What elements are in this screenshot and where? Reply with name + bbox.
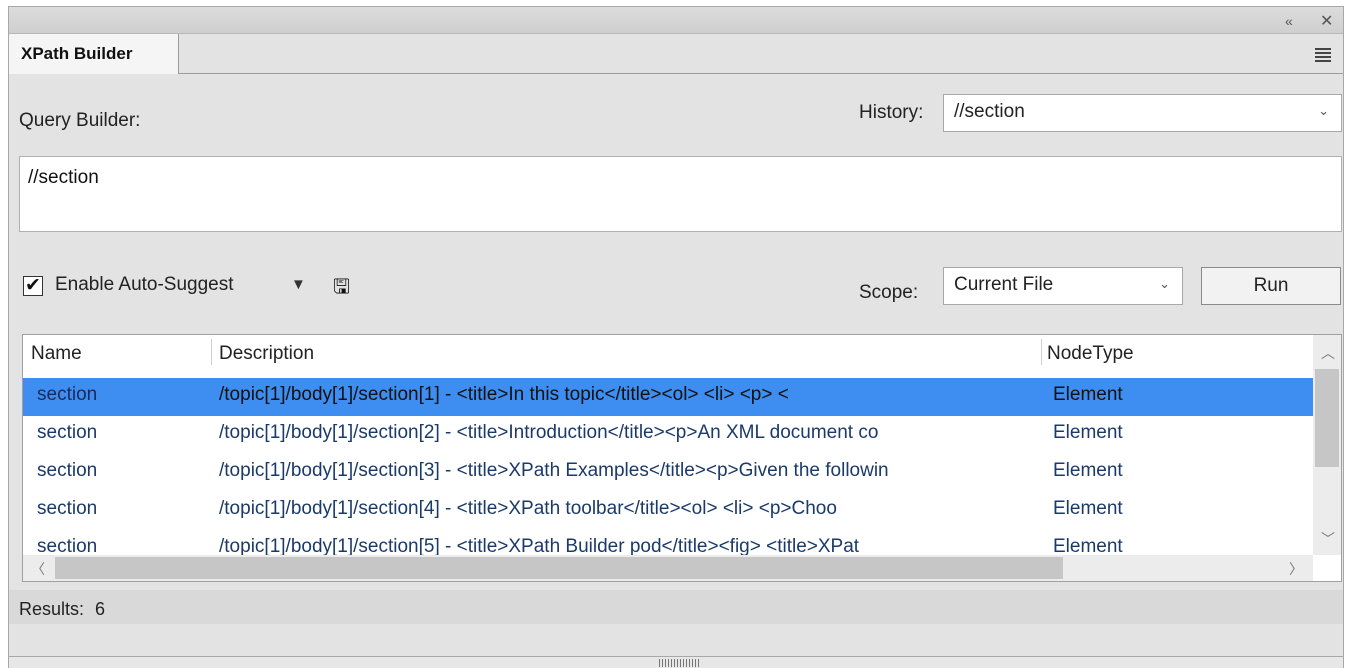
cell-nodetype: Element [1053, 460, 1123, 481]
cell-nodetype: Element [1053, 498, 1123, 519]
scroll-left-icon[interactable]: 〈 [31, 559, 45, 579]
cell-name: section [37, 536, 98, 555]
cell-name: section [37, 384, 98, 405]
panel-menu-icon[interactable] [1315, 48, 1331, 64]
scope-value: Current File [954, 274, 1054, 295]
table-row[interactable]: section /topic[1]/body[1]/section[5] - <… [23, 530, 1313, 555]
column-divider[interactable] [1041, 339, 1042, 365]
cell-description: /topic[1]/body[1]/section[1] - <title>In… [219, 384, 789, 405]
query-builder-label: Query Builder: [19, 110, 141, 131]
table-row[interactable]: section /topic[1]/body[1]/section[2] - <… [23, 416, 1313, 454]
cell-description: /topic[1]/body[1]/section[2] - <title>In… [219, 422, 879, 443]
run-button[interactable]: Run [1201, 267, 1341, 305]
history-label: History: [859, 102, 924, 123]
auto-suggest-checkbox[interactable]: ✔ [23, 275, 43, 296]
column-header-name[interactable]: Name [31, 343, 82, 365]
scope-dropdown[interactable]: Current File ⌄ [943, 267, 1183, 305]
cell-name: section [37, 460, 98, 481]
horizontal-scroll-thumb[interactable] [55, 557, 1063, 579]
results-count: 6 [95, 599, 106, 619]
table-row[interactable]: section /topic[1]/body[1]/section[3] - <… [23, 454, 1313, 492]
results-label: Results: [19, 599, 85, 619]
cell-name: section [37, 498, 98, 519]
checkmark-icon: ✔ [25, 275, 41, 296]
resize-bar[interactable] [9, 656, 1343, 668]
cell-description: /topic[1]/body[1]/section[4] - <title>XP… [219, 498, 837, 519]
history-value: //section [954, 101, 1025, 122]
scroll-down-icon[interactable]: ﹀ [1321, 529, 1335, 549]
dropdown-arrow-icon[interactable]: ▼ [291, 276, 306, 293]
panel-titlebar: « ✕ [9, 6, 1343, 34]
save-icon[interactable]: 🖫 [333, 272, 350, 306]
collapse-icon[interactable]: « [1285, 13, 1293, 29]
auto-suggest-label: Enable Auto-Suggest [55, 274, 234, 295]
column-divider[interactable] [211, 339, 212, 365]
cell-description: /topic[1]/body[1]/section[5] - <title>XP… [219, 536, 860, 555]
cell-description: /topic[1]/body[1]/section[3] - <title>XP… [219, 460, 889, 481]
column-header-nodetype[interactable]: NodeType [1047, 343, 1134, 365]
cell-nodetype: Element [1053, 536, 1123, 555]
status-bar: Results: 6 [9, 590, 1343, 624]
table-header: Name Description NodeType [23, 335, 1313, 369]
tab-xpath-builder[interactable]: XPath Builder [9, 34, 179, 74]
xpath-builder-panel: « ✕ XPath Builder Query Builder: History… [8, 6, 1344, 668]
tab-row: XPath Builder [9, 34, 1343, 74]
vertical-scroll-thumb[interactable] [1315, 369, 1339, 467]
scope-label: Scope: [859, 282, 919, 303]
resize-grip-icon[interactable] [659, 659, 699, 667]
results-table: Name Description NodeType section /topic… [22, 334, 1342, 582]
query-input[interactable]: //section [19, 156, 1342, 232]
chevron-down-icon: ⌄ [1159, 276, 1170, 291]
column-header-description[interactable]: Description [219, 343, 314, 365]
cell-nodetype: Element [1053, 384, 1123, 405]
cell-name: section [37, 422, 98, 443]
cell-nodetype: Element [1053, 422, 1123, 443]
table-row[interactable]: section /topic[1]/body[1]/section[4] - <… [23, 492, 1313, 530]
history-dropdown[interactable]: //section ⌄ [943, 94, 1342, 132]
chevron-down-icon: ⌄ [1318, 103, 1329, 118]
scroll-right-icon[interactable]: 〉 [1289, 559, 1303, 579]
close-icon[interactable]: ✕ [1320, 11, 1333, 31]
table-row[interactable]: section /topic[1]/body[1]/section[1] - <… [23, 378, 1313, 416]
scroll-up-icon[interactable]: ︿ [1321, 343, 1335, 363]
